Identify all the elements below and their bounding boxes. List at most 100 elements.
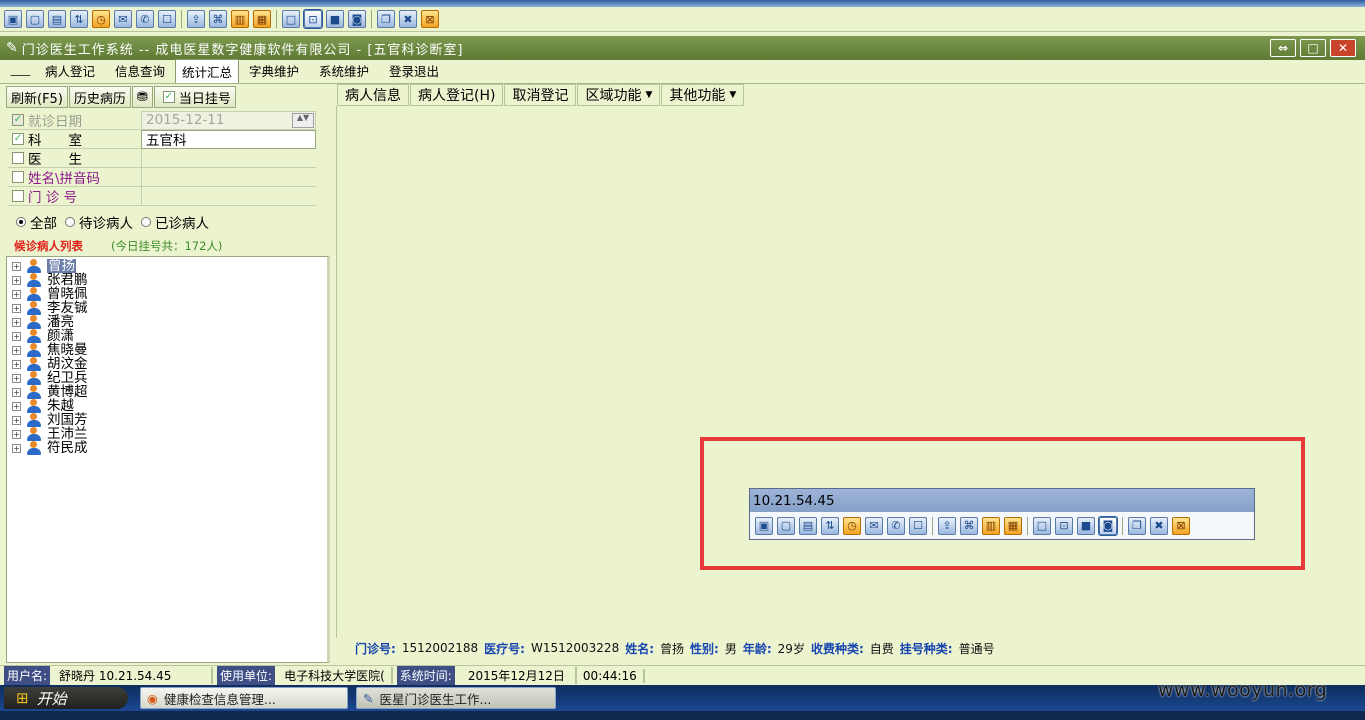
expand-icon[interactable]: + xyxy=(12,359,21,369)
patient-node[interactable]: + 黄博超 xyxy=(7,385,327,399)
patient-node[interactable]: + 胡汶金 xyxy=(7,357,327,371)
patient-node[interactable]: + 朱越 xyxy=(7,399,327,413)
message-button[interactable]: ☐ xyxy=(909,516,927,535)
patient-info-button[interactable]: 病人信息 xyxy=(337,84,409,106)
close-box-button[interactable]: ⊠ xyxy=(1172,516,1190,535)
restore-button[interactable]: ⇔ xyxy=(1270,39,1296,57)
patient-node[interactable]: + 潘亮 xyxy=(7,315,327,329)
menu-item[interactable]: 登录退出 xyxy=(379,59,449,83)
expand-icon[interactable]: + xyxy=(12,429,21,439)
chat-button[interactable]: ✉ xyxy=(865,516,883,535)
other-function-dropdown[interactable]: 其他功能 ▼ xyxy=(661,84,745,106)
menu-item[interactable]: 病人登记 xyxy=(35,59,105,83)
copy-button[interactable]: ❐ xyxy=(1128,516,1146,535)
radio-all[interactable] xyxy=(16,217,26,227)
filter-checkbox[interactable] xyxy=(12,190,24,202)
today-registration-toggle[interactable]: ✓ 当日挂号 xyxy=(153,86,236,108)
filter-value-field[interactable] xyxy=(141,148,316,168)
chat-button[interactable]: ✉ xyxy=(114,10,132,28)
start-button[interactable]: ⊞ 开始 xyxy=(4,687,128,709)
tools-button[interactable]: ✖ xyxy=(399,10,417,28)
expand-icon[interactable]: + xyxy=(12,443,21,453)
menu-item[interactable]: 统计汇总 xyxy=(174,59,239,83)
expand-icon[interactable]: + xyxy=(12,317,21,327)
close-button[interactable]: ✕ xyxy=(1330,39,1356,57)
window-empty-button[interactable]: □ xyxy=(282,10,300,28)
filter-value-field[interactable] xyxy=(141,186,316,206)
cancel-registration-button[interactable]: 取消登记 xyxy=(504,84,577,106)
monitor-button[interactable]: ▣ xyxy=(755,516,773,535)
patient-register-button[interactable]: 病人登记(H) xyxy=(410,84,504,106)
expand-icon[interactable]: + xyxy=(12,303,21,313)
message-button[interactable]: ☐ xyxy=(158,10,176,28)
menu-item[interactable]: 系统维护 xyxy=(309,59,379,83)
copy-button[interactable]: ❐ xyxy=(377,10,395,28)
patient-tree[interactable]: + 曾扬 + 张君鹏 + 曾晓佩 + 李友铖 + 潘亮 + 颜潇 + 焦晓曼 + 胡汶金 + 纪卫兵 + 黄博超 + 朱越… xyxy=(6,256,330,663)
patient-node[interactable]: + 曾晓佩 xyxy=(7,287,327,301)
patient-node[interactable]: + 纪卫兵 xyxy=(7,371,327,385)
region-function-dropdown[interactable]: 区域功能 ▼ xyxy=(577,84,661,106)
window-fill-button[interactable]: ■ xyxy=(1077,516,1095,535)
expand-icon[interactable]: + xyxy=(12,331,21,341)
filter-checkbox[interactable] xyxy=(12,171,24,183)
expand-icon[interactable]: + xyxy=(12,275,21,285)
expand-icon[interactable]: + xyxy=(12,373,21,383)
expand-icon[interactable]: + xyxy=(12,345,21,355)
unlock-button[interactable]: ▦ xyxy=(253,10,271,28)
expand-icon[interactable]: + xyxy=(12,261,21,271)
window-target-button[interactable]: ⊡ xyxy=(1055,516,1073,535)
window-empty-button[interactable]: □ xyxy=(1033,516,1051,535)
radio-done[interactable] xyxy=(141,217,151,227)
close-box-button[interactable]: ⊠ xyxy=(421,10,439,28)
patient-node[interactable]: + 符民成 xyxy=(7,441,327,455)
patient-node[interactable]: + 王沛兰 xyxy=(7,427,327,441)
phone-button[interactable]: ✆ xyxy=(887,516,905,535)
patient-node[interactable]: + 张君鹏 xyxy=(7,273,327,287)
unlock-button[interactable]: ▦ xyxy=(1004,516,1022,535)
filter-value-field[interactable]: 2015-12-11 xyxy=(141,110,316,130)
filter-checkbox[interactable]: ✓ xyxy=(12,114,24,126)
expand-icon[interactable]: + xyxy=(12,415,21,425)
expand-icon[interactable]: + xyxy=(12,387,21,397)
tools-button[interactable]: ✖ xyxy=(1150,516,1168,535)
phone-button[interactable]: ✆ xyxy=(136,10,154,28)
window-focus-button[interactable]: ◙ xyxy=(348,10,366,28)
menu-item[interactable]: 字典维护 xyxy=(239,59,309,83)
window-fill-button[interactable]: ■ xyxy=(326,10,344,28)
transfer-button[interactable]: ⇅ xyxy=(70,10,88,28)
filter-checkbox[interactable]: ✓ xyxy=(12,133,24,145)
patient-node[interactable]: + 刘国芳 xyxy=(7,413,327,427)
floating-toolbar[interactable]: 10.21.54.45 ▣ ▢ ▤ ⇅ ◷ ✉ ✆ ☐ ⇪ ⌘ ▥ ▦ □ ⊡ ■ ◙ ❐ ✖ ⊠ xyxy=(749,488,1255,540)
window-target-button[interactable]: ⊡ xyxy=(303,9,323,29)
clock-button[interactable]: ◷ xyxy=(843,516,861,535)
menu-item[interactable]: 信息查询 xyxy=(105,59,175,83)
window-focus-button[interactable]: ◙ xyxy=(1098,515,1118,536)
taskbar-item-health-check[interactable]: ◉ 健康检查信息管理... xyxy=(140,687,348,709)
patient-node[interactable]: + 焦晓曼 xyxy=(7,343,327,357)
filter-checkbox[interactable] xyxy=(12,152,24,164)
clock-button[interactable]: ◷ xyxy=(92,10,110,28)
lock-button[interactable]: ▥ xyxy=(231,10,249,28)
upload-button[interactable]: ⇪ xyxy=(938,516,956,535)
patient-node[interactable]: + 颜潇 xyxy=(7,329,327,343)
taskbar-item-doctor-workstation[interactable]: ✎ 医星门诊医生工作... xyxy=(356,687,556,709)
expand-icon[interactable]: + xyxy=(12,401,21,411)
window-button[interactable]: ▢ xyxy=(777,516,795,535)
patient-node[interactable]: + 曾扬 xyxy=(7,259,327,273)
monitor-button[interactable]: ▣ xyxy=(4,10,22,28)
window-button[interactable]: ▢ xyxy=(26,10,44,28)
filter-value-field[interactable]: 五官科 xyxy=(141,129,316,149)
today-checkbox[interactable]: ✓ xyxy=(162,91,175,103)
upload-button[interactable]: ⇪ xyxy=(187,10,205,28)
terminal-button[interactable]: ▤ xyxy=(48,10,66,28)
maximize-button[interactable]: □ xyxy=(1300,39,1326,57)
expand-icon[interactable]: + xyxy=(12,289,21,299)
binoculars-button[interactable]: ⛃ xyxy=(131,86,153,108)
history-button[interactable]: 历史病历 xyxy=(68,86,131,108)
network-button[interactable]: ⌘ xyxy=(960,516,978,535)
filter-value-field[interactable] xyxy=(141,167,316,187)
date-spinner[interactable]: ▲▼ xyxy=(292,113,314,128)
transfer-button[interactable]: ⇅ xyxy=(821,516,839,535)
network-button[interactable]: ⌘ xyxy=(209,10,227,28)
refresh-button[interactable]: 刷新(F5) xyxy=(6,86,68,108)
